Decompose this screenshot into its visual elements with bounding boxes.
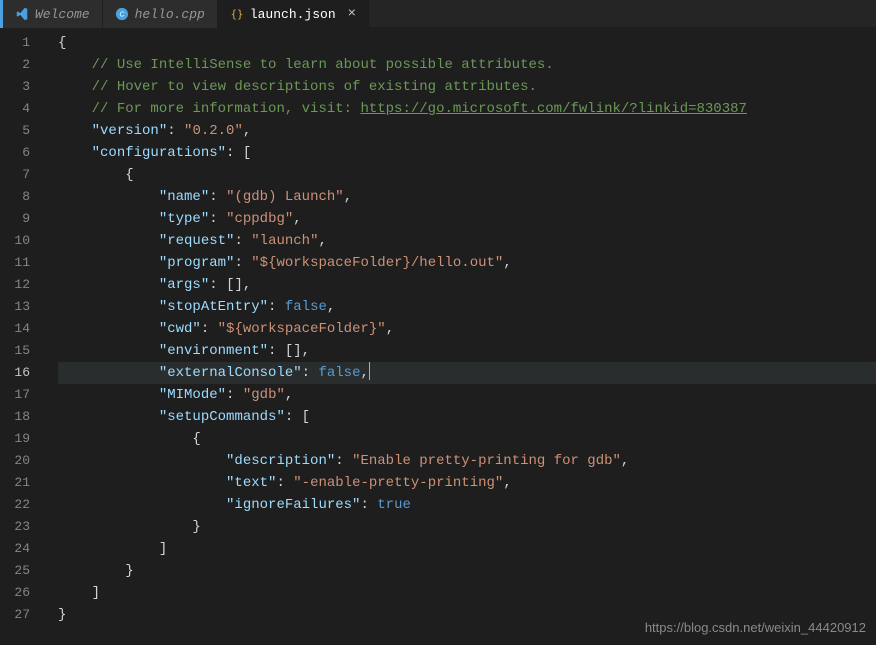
line-number: 25 — [0, 560, 44, 582]
line-number: 7 — [0, 164, 44, 186]
code-line: "environment": [], — [58, 340, 876, 362]
code-line: "description": "Enable pretty-printing f… — [58, 450, 876, 472]
line-number: 10 — [0, 230, 44, 252]
line-number: 18 — [0, 406, 44, 428]
line-number: 11 — [0, 252, 44, 274]
code-line: "program": "${workspaceFolder}/hello.out… — [58, 252, 876, 274]
tab-launch-json[interactable]: {} launch.json × — [218, 0, 369, 28]
editor-area: 1 2 3 4 5 6 7 8 9 10 11 12 13 14 15 16 1… — [0, 28, 876, 645]
line-number: 13 — [0, 296, 44, 318]
line-number: 12 — [0, 274, 44, 296]
code-content[interactable]: { // Use IntelliSense to learn about pos… — [44, 28, 876, 645]
code-line-active: "externalConsole": false, — [58, 362, 876, 384]
tab-label: hello.cpp — [135, 7, 205, 22]
code-line: // Hover to view descriptions of existin… — [58, 76, 876, 98]
line-number: 24 — [0, 538, 44, 560]
code-line: // For more information, visit: https://… — [58, 98, 876, 120]
code-line: "configurations": [ — [58, 142, 876, 164]
line-number: 4 — [0, 98, 44, 120]
code-line: "ignoreFailures": true — [58, 494, 876, 516]
line-number: 6 — [0, 142, 44, 164]
line-number: 23 — [0, 516, 44, 538]
code-line: "cwd": "${workspaceFolder}", — [58, 318, 876, 340]
line-number: 27 — [0, 604, 44, 626]
code-line: "name": "(gdb) Launch", — [58, 186, 876, 208]
code-line: "stopAtEntry": false, — [58, 296, 876, 318]
line-number: 9 — [0, 208, 44, 230]
tab-welcome[interactable]: Welcome — [3, 0, 103, 28]
svg-text:{}: {} — [231, 9, 244, 21]
code-line: ] — [58, 582, 876, 604]
line-number: 26 — [0, 582, 44, 604]
code-line: "setupCommands": [ — [58, 406, 876, 428]
json-icon: {} — [230, 7, 244, 21]
line-number: 20 — [0, 450, 44, 472]
line-number-gutter: 1 2 3 4 5 6 7 8 9 10 11 12 13 14 15 16 1… — [0, 28, 44, 645]
tab-label: launch.json — [250, 7, 336, 22]
close-icon[interactable]: × — [348, 7, 356, 21]
code-line: { — [58, 32, 876, 54]
doc-link[interactable]: https://go.microsoft.com/fwlink/?linkid=… — [360, 101, 746, 117]
code-line: "args": [], — [58, 274, 876, 296]
code-line: } — [58, 516, 876, 538]
code-line: "request": "launch", — [58, 230, 876, 252]
code-line: { — [58, 164, 876, 186]
line-number: 3 — [0, 76, 44, 98]
code-line: "MIMode": "gdb", — [58, 384, 876, 406]
tab-hello-cpp[interactable]: C hello.cpp — [103, 0, 218, 28]
line-number: 1 — [0, 32, 44, 54]
tab-bar: Welcome C hello.cpp {} launch.json × — [0, 0, 876, 28]
code-line: } — [58, 560, 876, 582]
code-line: "version": "0.2.0", — [58, 120, 876, 142]
line-number: 15 — [0, 340, 44, 362]
cpp-icon: C — [115, 7, 129, 21]
line-number: 17 — [0, 384, 44, 406]
code-line: { — [58, 428, 876, 450]
line-number: 5 — [0, 120, 44, 142]
watermark-text: https://blog.csdn.net/weixin_44420912 — [645, 620, 866, 635]
line-number: 8 — [0, 186, 44, 208]
line-number: 21 — [0, 472, 44, 494]
code-line: ] — [58, 538, 876, 560]
vscode-icon — [15, 7, 29, 21]
code-line: "type": "cppdbg", — [58, 208, 876, 230]
text-cursor — [369, 362, 370, 380]
line-number: 19 — [0, 428, 44, 450]
code-line: "text": "-enable-pretty-printing", — [58, 472, 876, 494]
tab-label: Welcome — [35, 7, 90, 22]
code-line: // Use IntelliSense to learn about possi… — [58, 54, 876, 76]
line-number: 16 — [0, 362, 44, 384]
line-number: 22 — [0, 494, 44, 516]
line-number: 14 — [0, 318, 44, 340]
line-number: 2 — [0, 54, 44, 76]
